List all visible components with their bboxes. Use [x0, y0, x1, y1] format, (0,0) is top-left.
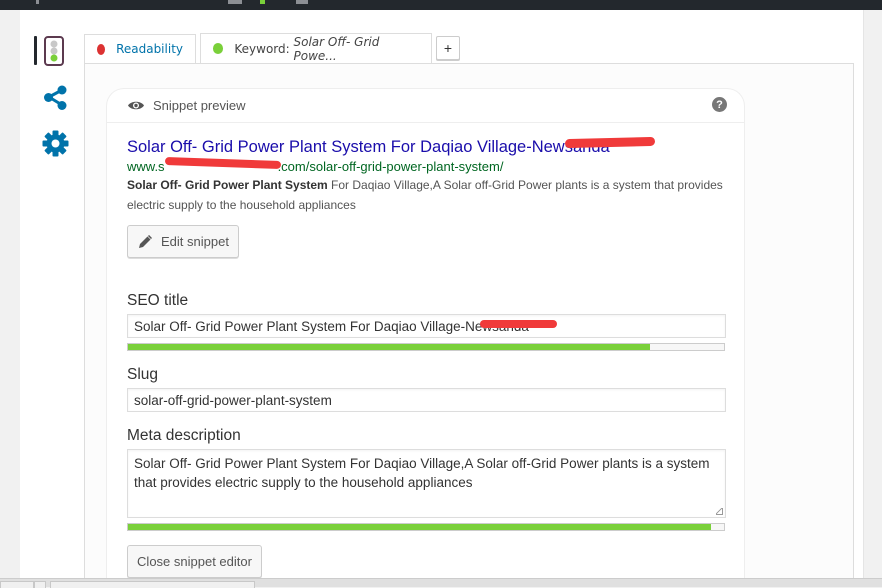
- sidebar-item-content-analysis[interactable]: [42, 36, 66, 66]
- meta-description-progress-fill: [128, 524, 711, 530]
- share-icon: [44, 85, 67, 110]
- new-content-icon[interactable]: [296, 0, 308, 4]
- traffic-light-icon: [44, 36, 64, 66]
- analysis-tabs: Readability Keyword: Solar Off- Grid Pow…: [84, 33, 460, 63]
- meta-description-textarea[interactable]: Solar Off- Grid Power Plant System For D…: [127, 449, 726, 518]
- add-keyword-button[interactable]: +: [436, 36, 460, 60]
- tab-readability[interactable]: Readability: [84, 34, 196, 63]
- redaction-mark: [480, 320, 557, 328]
- seo-title-input[interactable]: Solar Off- Grid Power Plant System For D…: [127, 314, 726, 338]
- edit-snippet-button[interactable]: Edit snippet: [127, 225, 239, 258]
- admin-bar: [0, 0, 882, 10]
- resize-handle[interactable]: [716, 508, 723, 515]
- tab-keyword-prefix: Keyword:: [234, 41, 294, 56]
- admin-bar-icon[interactable]: [36, 0, 39, 4]
- serp-description-preview[interactable]: Solar Off- Grid Power Plant System For D…: [127, 176, 727, 215]
- snippet-preview-header[interactable]: Snippet preview ?: [107, 89, 744, 123]
- tab-readability-label: Readability: [116, 42, 183, 56]
- gear-icon: [42, 130, 69, 157]
- meta-description-label: Meta description: [127, 427, 241, 444]
- tab-keyword[interactable]: Keyword: Solar Off- Grid Powe...: [200, 33, 432, 63]
- serp-url-prefix: www.s: [127, 159, 165, 174]
- comments-icon[interactable]: [228, 0, 242, 4]
- readability-status-icon: [97, 43, 106, 55]
- serp-title-preview[interactable]: Solar Off- Grid Power Plant System For D…: [127, 138, 610, 157]
- seo-title-progress: [127, 343, 725, 351]
- seo-status-icon[interactable]: [260, 0, 265, 4]
- slug-label: Slug: [127, 366, 159, 383]
- help-icon[interactable]: ?: [712, 97, 727, 112]
- meta-description-progress: [127, 523, 725, 531]
- sidebar-item-settings[interactable]: [42, 130, 69, 157]
- serp-desc-keyphrase: Solar Off- Grid Power Plant System: [127, 178, 328, 192]
- slug-input[interactable]: solar-off-grid-power-plant-system: [127, 388, 726, 412]
- close-snippet-editor-button[interactable]: Close snippet editor: [127, 545, 262, 578]
- serp-url-path: .com/solar-off-grid-power-plant-system/: [277, 159, 504, 174]
- keyword-status-icon: [213, 43, 224, 54]
- meta-description-text: Solar Off- Grid Power Plant System For D…: [134, 456, 710, 490]
- seo-title-progress-fill: [128, 344, 651, 350]
- tab-keyword-keyphrase: Solar Off- Grid Powe...: [293, 34, 380, 63]
- snippet-preview-title: Snippet preview: [153, 98, 246, 113]
- edit-snippet-label: Edit snippet: [161, 234, 229, 249]
- active-indicator: [34, 36, 37, 65]
- eye-icon: [128, 101, 144, 110]
- bottom-scrollbar[interactable]: [0, 578, 882, 588]
- seo-title-label: SEO title: [127, 292, 189, 309]
- pencil-icon: [139, 234, 152, 248]
- sidebar-item-social[interactable]: [43, 85, 69, 111]
